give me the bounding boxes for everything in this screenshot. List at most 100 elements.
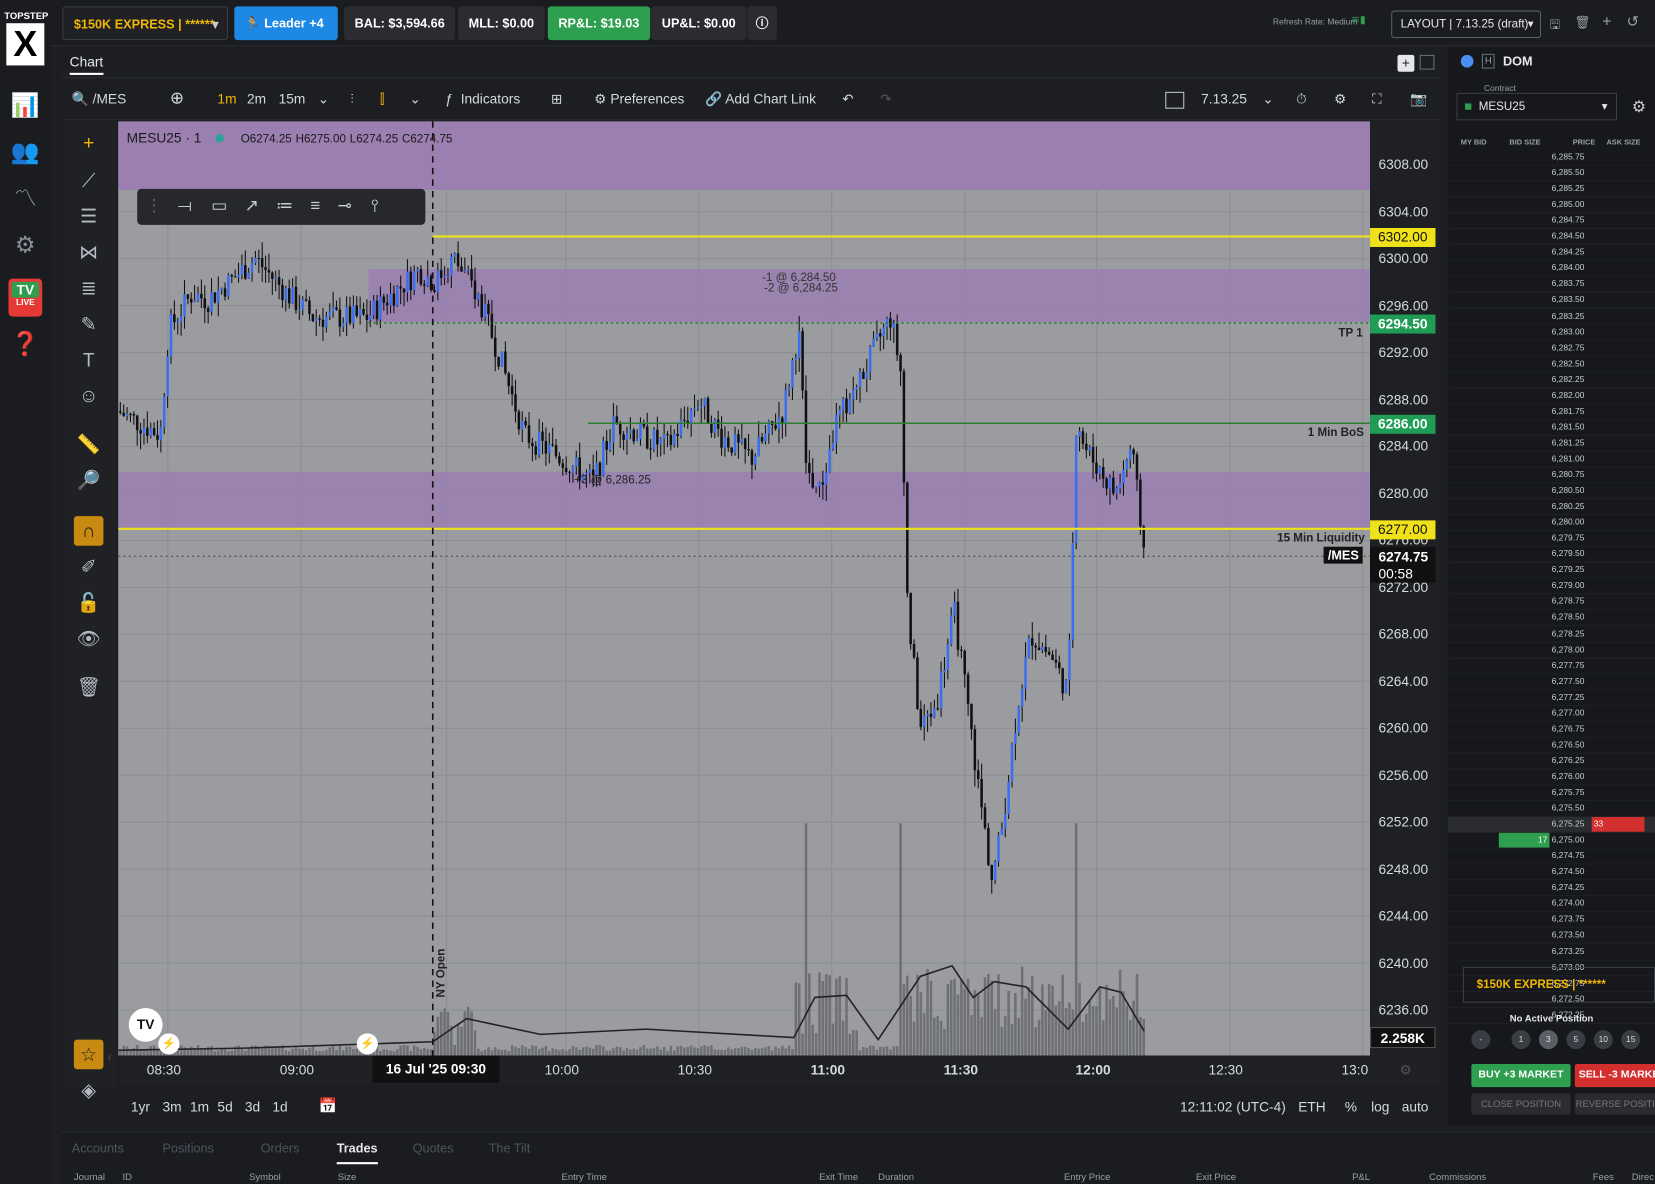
dom-row[interactable]: 6,283.75 — [1448, 277, 1655, 293]
event-icon[interactable]: ⚡ — [356, 1033, 378, 1055]
indicators-button[interactable]: ƒ Indicators — [445, 89, 520, 110]
percent-toggle[interactable]: % — [1345, 1099, 1357, 1115]
dom-row[interactable]: 6,285.25 — [1448, 182, 1655, 198]
layers-icon[interactable]: ◈ — [74, 1076, 104, 1106]
dom-row[interactable]: 6,284.25 — [1448, 245, 1655, 262]
bar-style-icon[interactable]: ⫶ — [350, 89, 353, 110]
qty-button--[interactable]: - — [1471, 1030, 1491, 1050]
close-position-button[interactable]: CLOSE POSITION — [1471, 1093, 1571, 1115]
dom-row[interactable]: 6,284.00 — [1448, 261, 1655, 277]
tab-chart[interactable]: Chart — [69, 54, 104, 75]
preferences-button[interactable]: ⚙ Preferences — [594, 89, 684, 110]
price-chart[interactable]: MESU25 · 1 O6274.25 H6275.00 L6274.25 C6… — [118, 121, 1371, 1056]
layout-selector[interactable]: LAYOUT | 7.13.25 (draft) ▾ — [1391, 10, 1542, 38]
sell-market-button[interactable]: SELL -3 MARKET — [1574, 1063, 1655, 1088]
tab-trades[interactable]: Trades — [336, 1141, 378, 1165]
dom-row[interactable]: 6,273.25 — [1448, 944, 1655, 960]
range-button-1yr[interactable]: 1yr — [131, 1099, 150, 1115]
dom-row[interactable]: 6,285.75 — [1448, 150, 1655, 166]
tab-accounts[interactable]: Accounts — [72, 1141, 124, 1156]
qty-button-3[interactable]: 3 — [1538, 1030, 1558, 1050]
dom-row[interactable]: 6,280.00 — [1448, 515, 1655, 532]
gear-icon[interactable]: ⚙ — [8, 228, 42, 262]
eye-icon[interactable]: 👁 — [74, 624, 104, 654]
dom-row[interactable]: 6,277.50 — [1448, 674, 1655, 690]
trash-icon[interactable]: 🗑 — [1575, 15, 1591, 30]
chart-layout-name[interactable]: 7.13.25 — [1201, 89, 1247, 110]
dom-row[interactable]: 6,274.75 — [1448, 849, 1655, 865]
vline-icon[interactable]: ⫯ — [371, 197, 378, 215]
trendline-icon[interactable]: ⟋ — [74, 166, 104, 196]
dom-row[interactable]: 6,276.00 — [1448, 769, 1655, 786]
dom-row[interactable]: 6,285.50 — [1448, 166, 1655, 182]
dom-row[interactable]: 6,283.00 — [1448, 325, 1655, 341]
dom-row[interactable]: 6,279.50 — [1448, 547, 1655, 563]
horizontal-lines-icon[interactable]: ☰ — [74, 202, 104, 232]
time-axis[interactable]: 08:30 09:00 16 Jul '25 09:30 10:00 10:30 11:0… — [108, 1051, 1440, 1086]
dom-row[interactable]: 6,280.75 — [1448, 468, 1655, 484]
dom-row[interactable]: 6,278.25 — [1448, 626, 1655, 643]
qty-button-5[interactable]: 5 — [1566, 1030, 1586, 1050]
tab-dom[interactable]: DOM — [1503, 54, 1533, 69]
interval-15m[interactable]: 15m — [279, 89, 306, 110]
range-button-3d[interactable]: 3d — [245, 1099, 260, 1115]
range-button-1m[interactable]: 1m — [190, 1099, 209, 1115]
trash-icon[interactable]: 🗑 — [74, 672, 104, 702]
contract-selector[interactable]: MESU25 ▾ — [1456, 92, 1618, 121]
dom-row[interactable]: 6,279.75 — [1448, 531, 1655, 547]
add-chart-link-button[interactable]: 🔗 Add Chart Link — [705, 89, 816, 110]
hline-icon[interactable]: ⟞ — [178, 197, 192, 215]
maximize-icon[interactable] — [1419, 54, 1435, 70]
dom-row[interactable]: 6,284.50 — [1448, 229, 1655, 246]
dom-row[interactable]: 6,282.50 — [1448, 356, 1655, 373]
chevron-down-icon[interactable]: ⌄ — [318, 89, 330, 110]
zoom-in-icon[interactable]: 🔎 — [74, 465, 104, 495]
crosshair-icon[interactable]: + — [74, 128, 104, 158]
tradingview-live-button[interactable]: TV LIVE — [8, 278, 43, 317]
dom-row[interactable]: 6,273.75 — [1448, 912, 1655, 929]
candlestick-icon[interactable]: 📊 — [8, 89, 42, 123]
chart-canvas[interactable] — [118, 121, 1371, 1056]
trend-icon[interactable]: 〽 — [8, 182, 42, 216]
qty-button-10[interactable]: 10 — [1593, 1030, 1613, 1050]
dom-row[interactable]: 6,281.50 — [1448, 420, 1655, 436]
dom-row[interactable]: 6,276.75 — [1448, 722, 1655, 738]
dom-row[interactable]: 6,278.75 — [1448, 595, 1655, 611]
fullscreen-icon[interactable]: ⛶ — [1372, 89, 1382, 110]
chevron-down-icon[interactable]: ⌄ — [410, 89, 422, 110]
dom-row[interactable]: 6,277.75 — [1448, 658, 1655, 675]
dom-row[interactable]: 6,280.50 — [1448, 483, 1655, 500]
dom-row[interactable]: 6,276.25 — [1448, 754, 1655, 770]
fib-icon[interactable]: ≣ — [74, 273, 104, 303]
dom-row[interactable]: 6,275.00 17 — [1448, 832, 1655, 849]
dom-row[interactable]: 6,273.50 — [1448, 928, 1655, 945]
dom-row[interactable]: 6,281.00 — [1448, 452, 1655, 468]
magnet-icon[interactable]: ∩ — [73, 516, 104, 546]
dom-row[interactable]: 6,275.25 33 — [1448, 817, 1655, 833]
settings-gear-icon[interactable]: ⚙ — [1400, 1062, 1412, 1079]
lock-icon[interactable]: 🔓 — [74, 588, 104, 618]
brush-icon[interactable]: ✎ — [74, 309, 104, 339]
tab-orders[interactable]: Orders — [261, 1141, 300, 1156]
collapse-arrow-icon[interactable]: ‹ — [108, 1051, 112, 1064]
range-button-5d[interactable]: 5d — [217, 1099, 232, 1115]
dom-row[interactable]: 6,283.50 — [1448, 293, 1655, 309]
interval-2m[interactable]: 2m — [247, 89, 266, 110]
dom-row[interactable]: 6,278.50 — [1448, 611, 1655, 627]
dom-row[interactable]: 6,274.00 — [1448, 896, 1655, 913]
dom-row[interactable]: 6,274.25 — [1448, 881, 1655, 897]
chevron-down-icon[interactable]: ⌄ — [1262, 89, 1274, 110]
redo-icon[interactable]: ↷ — [880, 89, 892, 110]
dom-row[interactable]: 6,276.50 — [1448, 738, 1655, 754]
dom-row[interactable]: 6,284.75 — [1448, 213, 1655, 230]
plus-icon[interactable]: + — [1602, 13, 1611, 31]
candle-style-icon[interactable]: ⫿ — [380, 89, 384, 110]
leader-button[interactable]: 🏃 Leader +4 — [234, 6, 338, 41]
layout-box-icon[interactable] — [1165, 91, 1185, 109]
gear-icon[interactable]: ⚙ — [1632, 97, 1646, 116]
tradingview-logo[interactable]: TV — [128, 1008, 163, 1042]
qty-button-1[interactable]: 1 — [1511, 1030, 1531, 1050]
settings-icon[interactable]: ⚙ — [1334, 89, 1346, 110]
ray-icon[interactable]: ⊸ — [338, 197, 352, 215]
camera-icon[interactable]: 📷 — [1410, 89, 1427, 110]
